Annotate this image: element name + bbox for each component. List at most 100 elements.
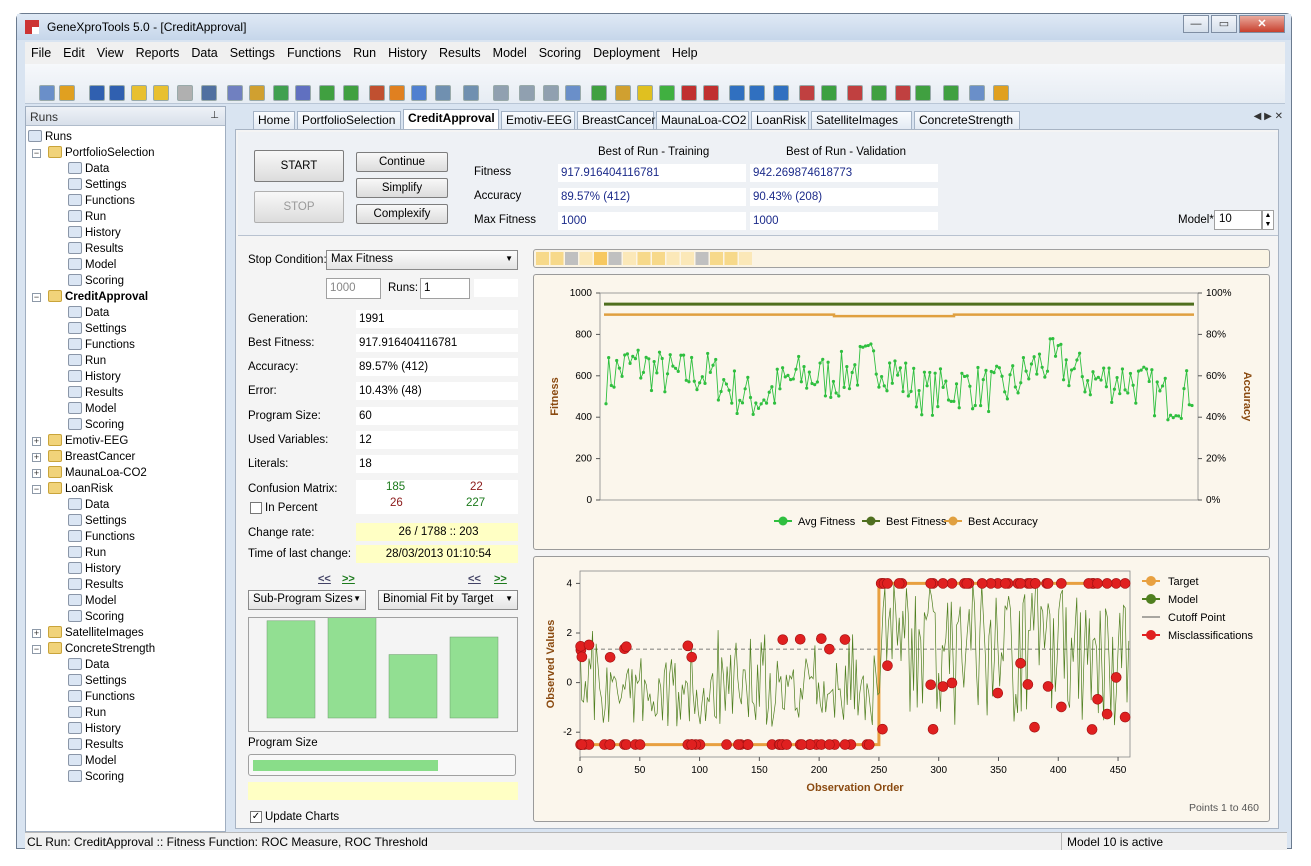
tree-item-results[interactable]: Results [68,577,123,593]
toolbar-tool-27-icon[interactable] [659,85,675,101]
toolbar-tool-14-icon[interactable] [343,85,359,101]
in-percent-checkbox[interactable] [250,502,262,514]
menu-help[interactable]: Help [666,42,704,64]
toolbar-tool-39-icon[interactable] [943,85,959,101]
right-prev-link[interactable]: << [468,573,481,585]
tree-project-satelliteimages[interactable]: SatelliteImages [48,625,144,641]
expand-toggle-icon[interactable]: − [32,149,41,158]
tree-item-results[interactable]: Results [68,241,123,257]
tree-project-portfolioselection[interactable]: PortfolioSelection [48,145,155,161]
toolbar-tool-33-icon[interactable] [799,85,815,101]
toolbar-tool-38-icon[interactable] [915,85,931,101]
tab-home[interactable]: Home [253,111,295,129]
tree-item-scoring[interactable]: Scoring [68,273,124,289]
menu-deployment[interactable]: Deployment [587,42,666,64]
tree-item-model[interactable]: Model [68,401,116,417]
tab-emotiv-eeg[interactable]: Emotiv-EEG [501,111,575,129]
tree-item-data[interactable]: Data [68,161,109,177]
toolbar-tool-29-icon[interactable] [703,85,719,101]
menu-history[interactable]: History [382,42,433,64]
tree-project-creditapproval[interactable]: CreditApproval [48,289,148,305]
menu-file[interactable]: File [25,42,57,64]
tree-item-functions[interactable]: Functions [68,689,135,705]
tree-project-loanrisk[interactable]: LoanRisk [48,481,113,497]
tree-item-settings[interactable]: Settings [68,513,127,529]
toolbar-tool-31-icon[interactable] [749,85,765,101]
tree-item-data[interactable]: Data [68,305,109,321]
tree-project-concretestrength[interactable]: ConcreteStrength [48,641,155,657]
complexify-button[interactable]: Complexify [356,204,448,224]
menu-run[interactable]: Run [347,42,382,64]
tree-item-settings[interactable]: Settings [68,673,127,689]
toolbar-tool-8-icon[interactable] [201,85,217,101]
tree-item-run[interactable]: Run [68,353,106,369]
tree-item-functions[interactable]: Functions [68,337,135,353]
tree-project-maunaloa-co2[interactable]: MaunaLoa-CO2 [48,465,147,481]
tree-item-scoring[interactable]: Scoring [68,769,124,785]
tree-item-data[interactable]: Data [68,497,109,513]
tab-creditapproval[interactable]: CreditApproval [403,109,499,129]
simplify-button[interactable]: Simplify [356,178,448,198]
toolbar-tool-5-icon[interactable] [131,85,147,101]
tree-item-settings[interactable]: Settings [68,321,127,337]
tree-item-run[interactable]: Run [68,705,106,721]
menu-functions[interactable]: Functions [281,42,347,64]
toolbar-tool-34-icon[interactable] [821,85,837,101]
tab-nav-icons[interactable]: ◀ ▶ ✕ [1254,111,1283,122]
menu-edit[interactable]: Edit [57,42,91,64]
expand-toggle-icon[interactable]: + [32,469,41,478]
toolbar-tool-18-icon[interactable] [435,85,451,101]
tree-item-scoring[interactable]: Scoring [68,609,124,625]
tree-project-breastcancer[interactable]: BreastCancer [48,449,135,465]
toolbar-tool-12-icon[interactable] [295,85,311,101]
tab-portfolioselection[interactable]: PortfolioSelection [297,111,401,129]
menu-reports[interactable]: Reports [130,42,186,64]
pin-icon[interactable]: ⊥ [210,110,219,121]
sub-program-select[interactable]: Sub-Program Sizes [248,590,366,610]
toolbar-tool-6-icon[interactable] [153,85,169,101]
tree-item-run[interactable]: Run [68,209,106,225]
toolbar-tool-9-icon[interactable] [227,85,243,101]
tree-root-runs[interactable]: Runs [28,129,72,145]
toolbar-tool-7-icon[interactable] [177,85,193,101]
tree-project-emotiv-eeg[interactable]: Emotiv-EEG [48,433,128,449]
stop-button[interactable]: STOP [254,191,344,223]
tab-maunaloa-co2[interactable]: MaunaLoa-CO2 [656,111,749,129]
tree-item-history[interactable]: History [68,369,121,385]
toolbar-tool-37-icon[interactable] [895,85,911,101]
toolbar-tool-1-icon[interactable] [39,85,55,101]
toolbar-tool-17-icon[interactable] [411,85,427,101]
tree-item-history[interactable]: History [68,561,121,577]
model-spin-arrows[interactable]: ▲ ▼ [1262,210,1274,230]
tab-loanrisk[interactable]: LoanRisk [751,111,809,129]
menu-scoring[interactable]: Scoring [533,42,587,64]
tab-satelliteimages[interactable]: SatelliteImages [811,111,912,129]
expand-toggle-icon[interactable]: − [32,645,41,654]
toolbar-tool-10-icon[interactable] [249,85,265,101]
stop-condition-select[interactable]: Max Fitness [326,250,518,270]
tree-item-settings[interactable]: Settings [68,177,127,193]
toolbar-tool-13-icon[interactable] [319,85,335,101]
stop-value-input[interactable]: 1000 [326,278,381,299]
toolbar-tool-25-icon[interactable] [615,85,631,101]
tree-item-history[interactable]: History [68,225,121,241]
toolbar-tool-40-icon[interactable] [969,85,985,101]
minimize-button[interactable]: — [1183,15,1209,33]
toolbar-tool-24-icon[interactable] [591,85,607,101]
toolbar-tool-2-icon[interactable] [59,85,75,101]
continue-button[interactable]: Continue [356,152,448,172]
binomial-fit-select[interactable]: Binomial Fit by Target [378,590,518,610]
toolbar-tool-20-icon[interactable] [493,85,509,101]
left-next-link[interactable]: >> [342,573,355,585]
expand-toggle-icon[interactable]: − [32,293,41,302]
toolbar-tool-26-icon[interactable] [637,85,653,101]
tree-item-model[interactable]: Model [68,593,116,609]
toolbar-tool-23-icon[interactable] [565,85,581,101]
tab-concretestrength[interactable]: ConcreteStrength [914,111,1020,129]
toolbar-tool-22-icon[interactable] [543,85,559,101]
toolbar-tool-30-icon[interactable] [729,85,745,101]
right-next-link[interactable]: >> [494,573,507,585]
menu-view[interactable]: View [91,42,130,64]
close-button[interactable]: ✕ [1239,15,1285,33]
tree-item-results[interactable]: Results [68,737,123,753]
